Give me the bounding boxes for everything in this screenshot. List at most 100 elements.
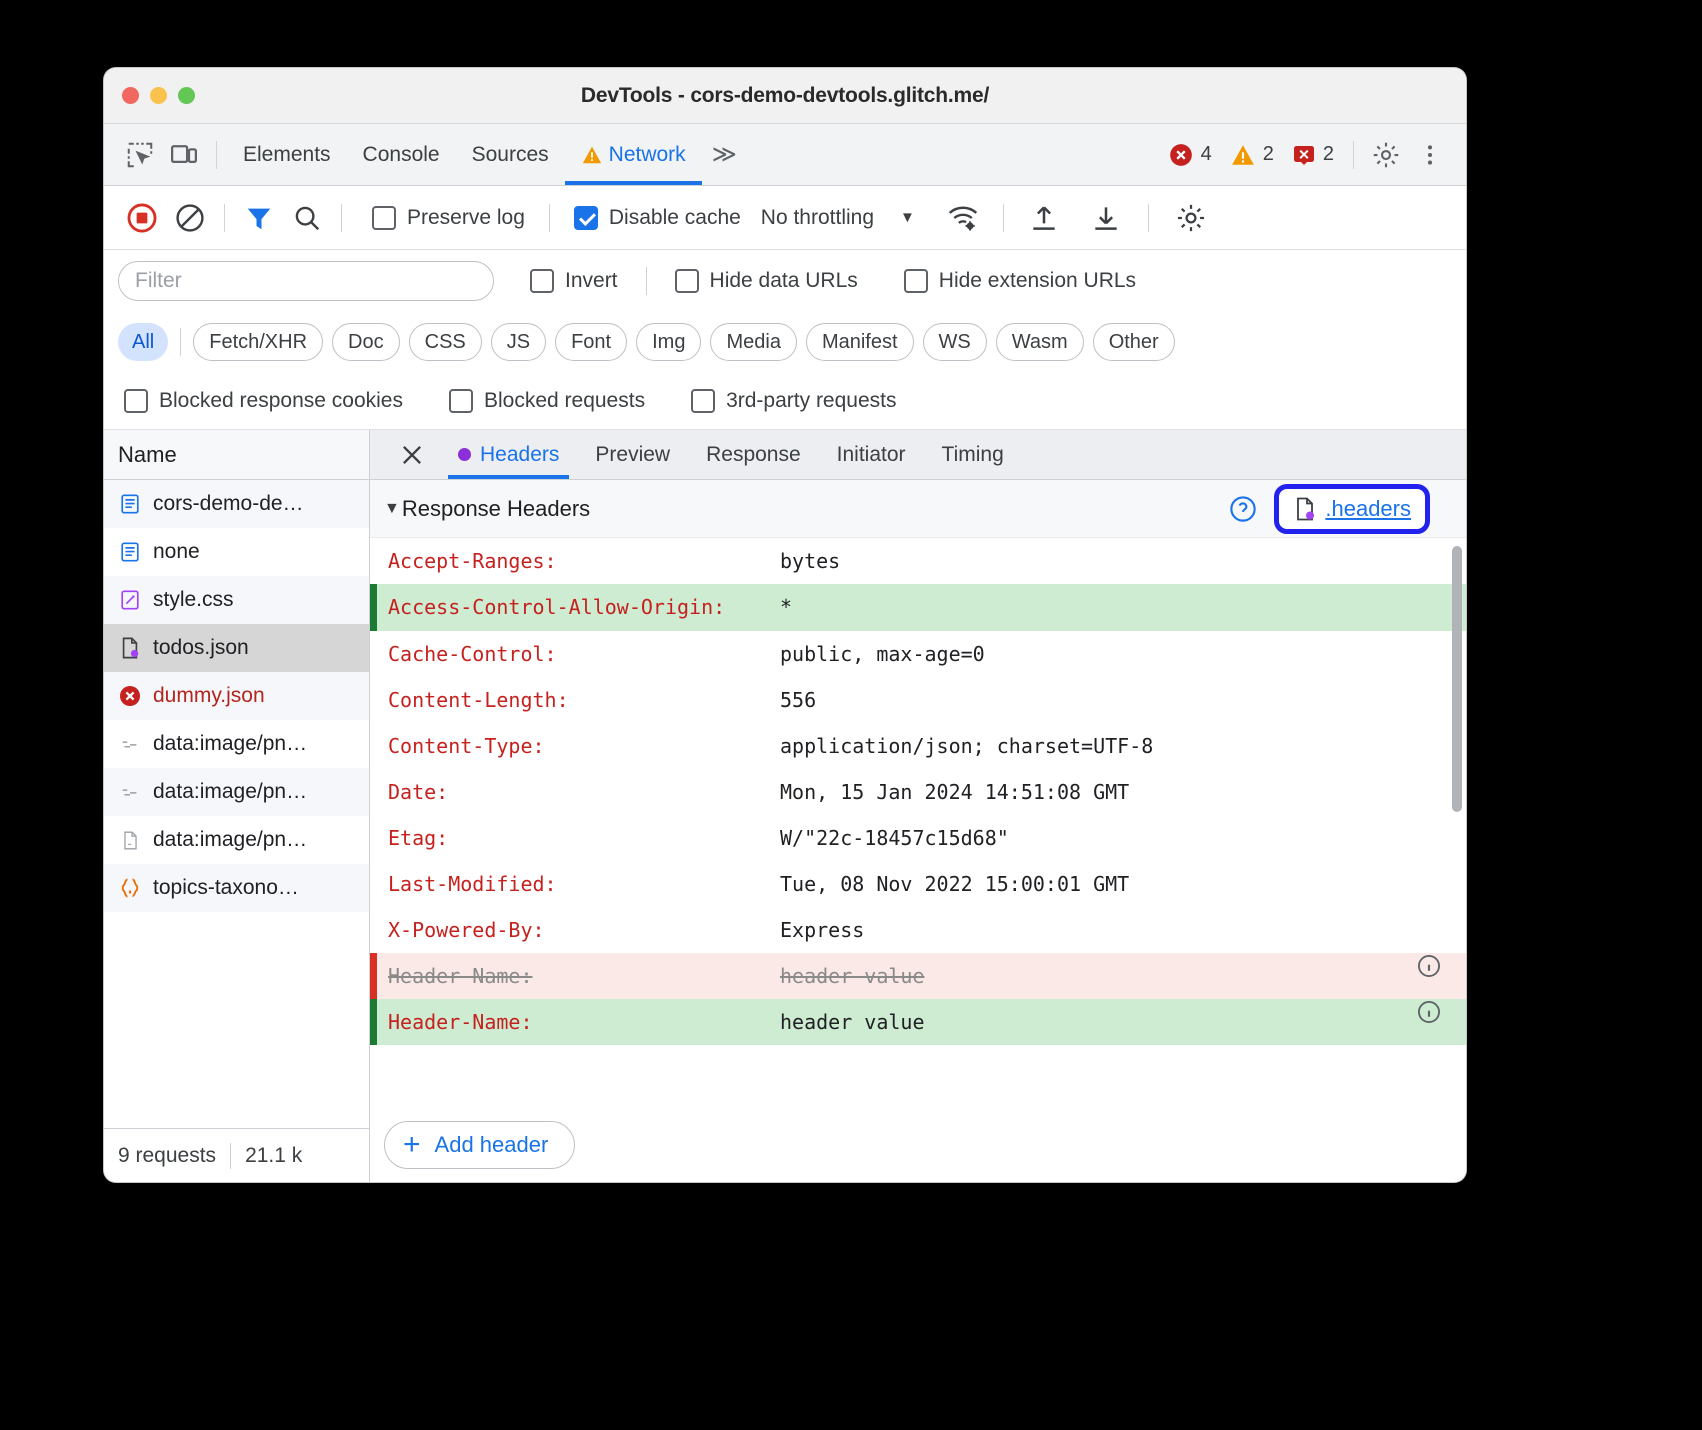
detail-scrollbar-thumb[interactable] [1452,546,1462,812]
headers-override-badge[interactable]: .headers [1274,484,1430,534]
filter-input[interactable] [118,261,494,301]
preserve-log-box[interactable] [372,206,396,230]
tab-timing[interactable]: Timing [924,430,1022,479]
header-value[interactable]: public, max-age=0 [780,631,1466,677]
tab-response[interactable]: Response [688,430,819,479]
request-row-data-image-1[interactable]: data:image/pn… [104,720,369,768]
kebab-menu-icon[interactable] [1408,133,1452,177]
tab-elements[interactable]: Elements [227,125,347,185]
chip-other[interactable]: Other [1093,323,1175,361]
header-value[interactable]: application/json; charset=UTF-8 [780,723,1466,769]
header-row[interactable]: Etag: W/"22c-18457c15d68" [370,815,1466,861]
warning-counter[interactable]: 2 [1221,142,1283,168]
section-title[interactable]: ▼ Response Headers [384,496,590,522]
chip-fetch-xhr[interactable]: Fetch/XHR [193,323,323,361]
preserve-log-checkbox[interactable]: Preserve log [366,206,531,230]
chip-manifest[interactable]: Manifest [806,323,914,361]
header-row[interactable]: Date: Mon, 15 Jan 2024 14:51:08 GMT [370,769,1466,815]
hide-data-urls-checkbox[interactable]: Hide data URLs [669,269,864,293]
third-party-requests-checkbox[interactable]: 3rd-party requests [685,389,902,413]
gear-icon[interactable] [1364,133,1408,177]
close-icon[interactable] [384,430,440,479]
chip-wasm[interactable]: Wasm [996,323,1084,361]
chip-img[interactable]: Img [636,323,701,361]
header-row-added[interactable]: Header-Name: header value [370,999,1466,1045]
hide-extension-urls-box[interactable] [904,269,928,293]
disable-cache-checkbox[interactable]: Disable cache [568,206,747,230]
info-circle-icon[interactable] [1416,999,1442,1025]
request-row-topics-taxonomy[interactable]: topics-taxono… [104,864,369,912]
triangle-down-icon[interactable]: ▼ [384,500,400,518]
request-row-todos-json[interactable]: todos.json [104,624,369,672]
issue-counter[interactable]: 2 [1283,143,1343,167]
request-row-dummy-json[interactable]: dummy.json [104,672,369,720]
chevron-down-icon[interactable]: ▼ [900,209,915,226]
tab-preview[interactable]: Preview [577,430,688,479]
request-row-data-image-2[interactable]: data:image/pn… [104,768,369,816]
third-party-requests-box[interactable] [691,389,715,413]
wifi-settings-icon[interactable] [939,196,987,240]
header-row[interactable]: Content-Length: 556 [370,677,1466,723]
request-row-style-css[interactable]: style.css [104,576,369,624]
blocked-response-cookies-box[interactable] [124,389,148,413]
request-row-data-image-3[interactable]: data:image/pn… [104,816,369,864]
header-row[interactable]: X-Powered-By: Express [370,907,1466,953]
chip-doc[interactable]: Doc [332,323,400,361]
disable-cache-box[interactable] [574,206,598,230]
request-row-cors-demo[interactable]: cors-demo-de… [104,480,369,528]
hide-extension-urls-checkbox[interactable]: Hide extension URLs [898,269,1142,293]
hide-data-urls-box[interactable] [675,269,699,293]
tab-sources[interactable]: Sources [456,125,565,185]
header-row[interactable]: Accept-Ranges: bytes [370,538,1466,584]
export-har-icon[interactable] [1082,196,1130,240]
tab-network[interactable]: Network [565,125,702,185]
blocked-requests-checkbox[interactable]: Blocked requests [443,389,651,413]
help-circle-icon[interactable] [1228,494,1258,524]
header-row[interactable]: Content-Type: application/json; charset=… [370,723,1466,769]
invert-box[interactable] [530,269,554,293]
clear-button[interactable] [166,196,214,240]
header-row[interactable]: Cache-Control: public, max-age=0 [370,631,1466,677]
info-circle-icon[interactable] [1416,953,1442,979]
header-value[interactable]: header value [780,953,1416,999]
request-row-none[interactable]: none [104,528,369,576]
chip-media[interactable]: Media [710,323,796,361]
header-row[interactable]: Last-Modified: Tue, 08 Nov 2022 15:00:01… [370,861,1466,907]
inspect-element-icon[interactable] [118,133,162,177]
filter-bar: Invert Hide data URLs Hide extension URL… [104,250,1466,312]
header-value[interactable]: 556 [780,677,1466,723]
chip-css[interactable]: CSS [409,323,482,361]
request-list-pane: Name cors-demo-de… none [104,430,370,1182]
record-stop-button[interactable] [118,196,166,240]
tab-headers[interactable]: Headers [440,430,577,479]
filter-funnel-button[interactable] [235,196,283,240]
network-settings-gear-icon[interactable] [1167,196,1215,240]
header-value[interactable]: * [780,585,1466,630]
tab-initiator[interactable]: Initiator [819,430,924,479]
header-value[interactable]: header value [780,999,1416,1045]
header-value[interactable]: Mon, 15 Jan 2024 14:51:08 GMT [780,769,1466,815]
column-header-name[interactable]: Name [104,430,369,480]
chip-all[interactable]: All [118,323,168,361]
header-row-removed[interactable]: Header-Name: header value [370,953,1466,999]
more-tabs-button[interactable]: ≫ [702,140,744,169]
add-header-button[interactable]: + Add header [384,1121,575,1169]
blocked-response-cookies-checkbox[interactable]: Blocked response cookies [118,389,409,413]
chip-font[interactable]: Font [555,323,627,361]
header-value[interactable]: W/"22c-18457c15d68" [780,815,1466,861]
request-name: dummy.json [153,684,265,708]
blocked-requests-box[interactable] [449,389,473,413]
import-har-icon[interactable] [1020,196,1068,240]
header-value[interactable]: Tue, 08 Nov 2022 15:00:01 GMT [780,861,1466,907]
header-value[interactable]: Express [780,907,1466,953]
search-button[interactable] [283,196,331,240]
chip-ws[interactable]: WS [923,323,987,361]
error-counter[interactable]: 4 [1159,142,1221,168]
chip-js[interactable]: JS [491,323,546,361]
header-row[interactable]: Access-Control-Allow-Origin: * [370,584,1466,631]
invert-checkbox[interactable]: Invert [524,269,624,293]
throttling-select-value[interactable]: No throttling [761,206,874,230]
header-value[interactable]: bytes [780,538,1466,584]
toggle-device-toolbar-icon[interactable] [162,133,206,177]
tab-console[interactable]: Console [347,125,456,185]
